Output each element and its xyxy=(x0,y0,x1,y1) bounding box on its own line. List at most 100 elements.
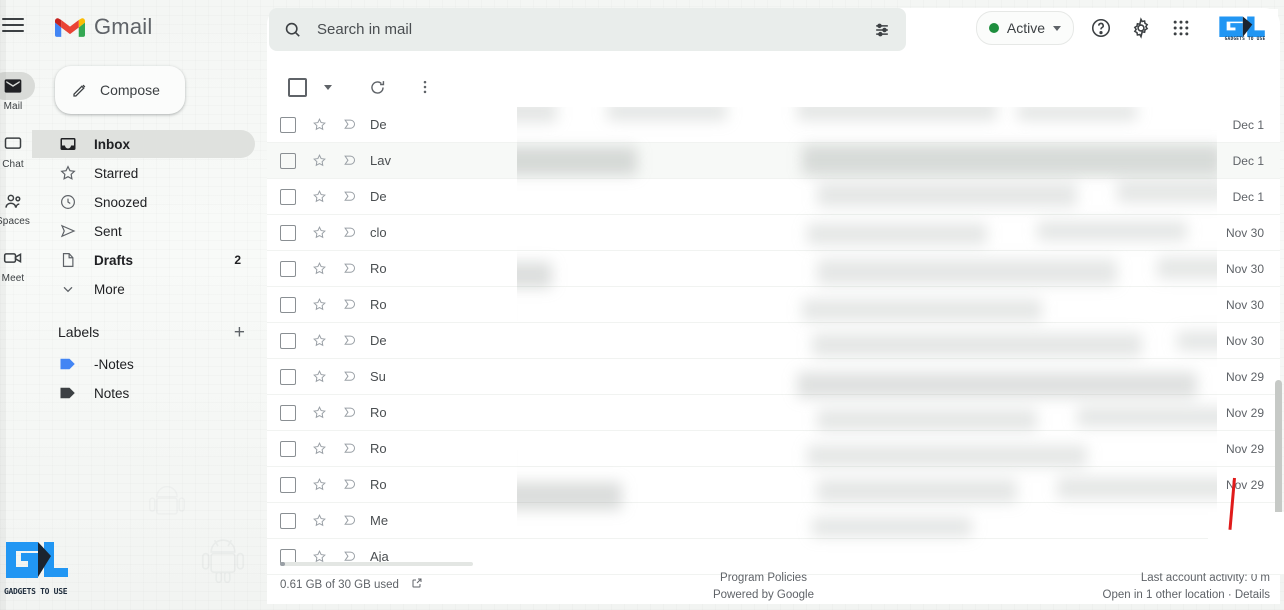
checkbox-icon[interactable] xyxy=(280,224,296,241)
email-date: Dec 1 xyxy=(1232,189,1264,204)
select-dropdown-button[interactable] xyxy=(318,70,338,104)
rail-item-meet[interactable]: Meet xyxy=(0,244,38,284)
sidebar-item-more[interactable]: More xyxy=(32,275,255,303)
table-row[interactable]: Su Nov 29 xyxy=(267,359,1280,395)
sidebar-label-notes-dash: -Notes xyxy=(94,356,134,372)
table-row[interactable]: MeNov 28 xyxy=(267,503,1280,539)
table-row[interactable]: De Dec 1 xyxy=(267,179,1280,215)
compose-button[interactable]: Compose xyxy=(55,66,185,114)
star-icon[interactable] xyxy=(310,513,328,528)
labels-title: Labels xyxy=(58,324,100,340)
star-icon[interactable] xyxy=(310,225,328,240)
important-marker-icon[interactable] xyxy=(340,405,358,420)
sidebar-item-label-notes-dash[interactable]: -Notes xyxy=(32,350,255,378)
meet-icon xyxy=(0,244,35,272)
star-icon[interactable] xyxy=(310,477,328,492)
checkbox-icon[interactable] xyxy=(280,260,296,277)
table-row[interactable]: clo Nov 30 xyxy=(267,215,1280,251)
sidebar-item-inbox[interactable]: Inbox xyxy=(32,130,255,158)
sidebar-item-snoozed[interactable]: Snoozed xyxy=(32,188,255,216)
gmail-logo-icon xyxy=(55,17,85,37)
star-icon[interactable] xyxy=(310,297,328,312)
checkbox-icon[interactable] xyxy=(280,116,296,133)
checkbox-icon[interactable] xyxy=(280,512,296,529)
important-marker-icon[interactable] xyxy=(340,513,358,528)
table-row[interactable]: Ro Nov 29 xyxy=(267,395,1280,431)
rail-item-chat[interactable]: Chat xyxy=(0,130,38,170)
star-icon[interactable] xyxy=(310,189,328,204)
important-marker-icon[interactable] xyxy=(340,261,358,276)
plus-icon[interactable]: + xyxy=(234,323,245,342)
open-elsewhere-text[interactable]: Open in 1 other location · Details xyxy=(920,587,1270,604)
star-icon[interactable] xyxy=(310,117,328,132)
sidebar-item-label-notes[interactable]: Notes xyxy=(32,379,255,407)
header-actions: Active GADGETS TO USE xyxy=(975,9,1278,47)
gmail-brand[interactable]: Gmail xyxy=(55,14,152,40)
important-marker-icon[interactable] xyxy=(340,477,358,492)
checkbox-icon[interactable] xyxy=(280,296,296,313)
email-date: Nov 29 xyxy=(1225,369,1264,384)
tune-icon[interactable] xyxy=(872,20,892,40)
sidebar-label-drafts: Drafts xyxy=(94,252,134,268)
important-marker-icon[interactable] xyxy=(340,117,358,132)
star-icon[interactable] xyxy=(310,369,328,384)
checkbox-icon[interactable] xyxy=(280,368,296,385)
table-row[interactable]: Ro Nov 30 xyxy=(267,287,1280,323)
important-marker-icon[interactable] xyxy=(340,153,358,168)
sidebar-item-sent[interactable]: Sent xyxy=(32,217,255,245)
important-marker-icon[interactable] xyxy=(340,369,358,384)
table-row[interactable]: Lav Dec 1 xyxy=(267,143,1280,179)
checkbox-icon[interactable] xyxy=(280,404,296,421)
star-icon[interactable] xyxy=(310,261,328,276)
select-all-checkbox[interactable] xyxy=(280,70,314,104)
table-row[interactable]: Ro Nov 30 xyxy=(267,251,1280,287)
email-subject-redacted xyxy=(422,359,1188,394)
settings-button[interactable] xyxy=(1128,15,1154,41)
rail-item-spaces[interactable]: Spaces xyxy=(0,187,38,227)
search-icon[interactable] xyxy=(283,20,302,39)
email-date: Nov 29 xyxy=(1225,441,1264,456)
status-badge[interactable]: Active xyxy=(975,11,1074,45)
email-subject-redacted xyxy=(422,323,1188,358)
important-marker-icon[interactable] xyxy=(340,297,358,312)
important-marker-icon[interactable] xyxy=(340,189,358,204)
external-link-icon[interactable] xyxy=(411,577,423,589)
checkbox-icon[interactable] xyxy=(280,440,296,457)
sidebar-nav: Inbox Starred Snoozed Sent Drafts 2 More xyxy=(32,130,265,304)
rail-item-mail[interactable]: Mail xyxy=(0,72,38,112)
sidebar-item-drafts[interactable]: Drafts 2 xyxy=(32,246,255,274)
table-row[interactable]: Ro Nov 29 xyxy=(267,431,1280,467)
chevron-down-icon xyxy=(58,279,78,299)
checkbox-icon[interactable] xyxy=(280,332,296,349)
program-policies-link[interactable]: Program Policies xyxy=(607,570,920,587)
status-text: Active xyxy=(1006,20,1045,36)
search-bar[interactable] xyxy=(269,8,906,51)
important-marker-icon[interactable] xyxy=(340,333,358,348)
important-marker-icon[interactable] xyxy=(340,225,358,240)
google-apps-button[interactable] xyxy=(1168,15,1194,41)
table-row[interactable]: Ro Nov 29 xyxy=(267,467,1280,503)
email-subject-redacted xyxy=(422,503,1188,538)
checkbox-icon[interactable] xyxy=(280,476,296,493)
star-icon[interactable] xyxy=(310,153,328,168)
main-menu-icon[interactable] xyxy=(2,18,24,34)
refresh-button[interactable] xyxy=(360,70,394,104)
gtu-logo-icon xyxy=(6,542,68,578)
sidebar-item-starred[interactable]: Starred xyxy=(32,159,255,187)
more-options-button[interactable] xyxy=(408,70,442,104)
important-marker-icon[interactable] xyxy=(340,441,358,456)
table-row[interactable]: De Nov 30 xyxy=(267,323,1280,359)
gtu-badge-text: GADGETS TO USE xyxy=(1224,36,1266,42)
search-input[interactable] xyxy=(315,20,872,39)
checkbox-icon[interactable] xyxy=(280,188,296,205)
email-list[interactable]: De Dec 1 Lav Dec 1 De Dec 1 clo Nov 30 Ro Nov 30 R… xyxy=(267,107,1280,575)
star-icon[interactable] xyxy=(310,405,328,420)
email-sender: Ro xyxy=(370,477,387,492)
help-button[interactable] xyxy=(1088,15,1114,41)
star-icon[interactable] xyxy=(310,333,328,348)
table-row[interactable]: De Dec 1 xyxy=(267,107,1280,143)
checkbox-icon[interactable] xyxy=(280,152,296,169)
main-pane: De Dec 1 Lav Dec 1 De Dec 1 clo Nov 30 Ro Nov 30 R… xyxy=(267,8,1280,604)
apps-grid-icon xyxy=(1173,20,1189,36)
star-icon[interactable] xyxy=(310,441,328,456)
